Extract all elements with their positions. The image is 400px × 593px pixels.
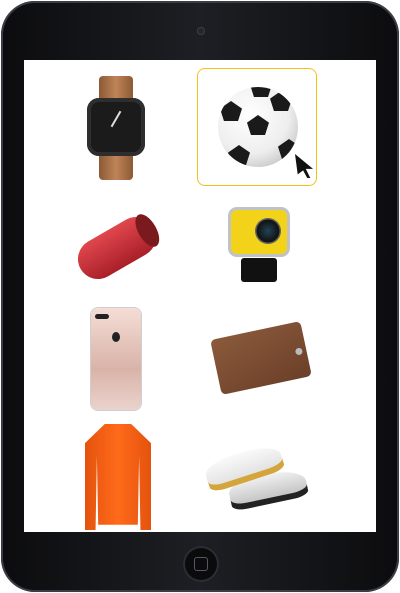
product-wallet[interactable] <box>197 300 317 418</box>
product-grid <box>24 60 376 532</box>
mouse-pointer-icon <box>295 154 313 178</box>
product-watch[interactable] <box>57 68 177 186</box>
action-camera-icon <box>231 210 287 254</box>
product-smartphone[interactable] <box>57 300 177 418</box>
soccer-ball-icon <box>218 87 298 167</box>
product-soccer-shoes[interactable] <box>197 416 317 534</box>
smartphone-icon <box>91 308 141 410</box>
camera-mount <box>241 258 277 282</box>
home-button[interactable] <box>183 546 219 582</box>
bluetooth-speaker-icon <box>70 209 164 287</box>
leather-wallet-icon <box>210 321 312 395</box>
wristwatch-icon <box>87 98 145 156</box>
product-jacket[interactable] <box>57 416 177 534</box>
product-soccer-ball[interactable] <box>197 68 317 186</box>
product-action-camera[interactable] <box>197 190 317 308</box>
sports-jacket-icon <box>85 424 151 530</box>
product-speaker[interactable] <box>57 190 177 308</box>
front-camera-icon <box>197 27 205 35</box>
